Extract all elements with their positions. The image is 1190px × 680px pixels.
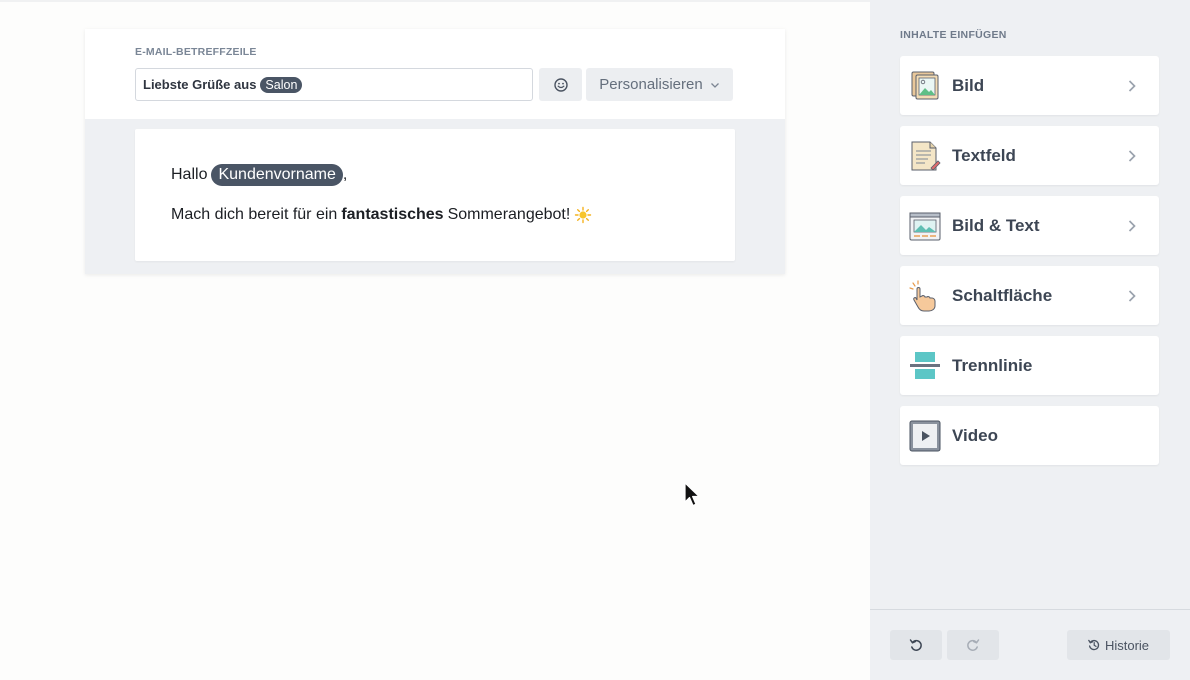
sidebar-heading: INHALTE EINFÜGEN (900, 29, 1007, 41)
history-button[interactable]: Historie (1067, 630, 1170, 660)
personalize-dropdown[interactable]: Personalisieren (586, 68, 733, 101)
personalize-label: Personalisieren (599, 76, 703, 93)
offer-text-bold: fantastisches (341, 206, 444, 223)
insert-content-sidebar: INHALTE EINFÜGEN Bild Textfeld Bild & Te… (870, 0, 1190, 680)
insert-image-label: Bild (952, 75, 985, 95)
chevron-right-icon (1128, 149, 1136, 162)
insert-image-text-tile[interactable]: Bild & Text (900, 196, 1159, 255)
emoji-button[interactable] (539, 68, 582, 101)
offer-text-end: Sommerangebot! (447, 206, 571, 223)
greeting-prefix: Hallo (171, 166, 208, 183)
insert-divider-tile[interactable]: Trennlinie (900, 336, 1159, 395)
textfield-icon (909, 140, 941, 172)
chevron-down-icon (710, 82, 719, 88)
smiley-icon (553, 77, 568, 92)
subject-salon-chip[interactable]: Salon (260, 76, 303, 93)
insert-button-tile[interactable]: Schaltfläche (900, 266, 1159, 325)
email-editor-card: E-MAIL-BETREFFZEILE Liebste Grüße aus Sa… (85, 29, 785, 274)
undo-icon (909, 639, 922, 651)
sun-emoji-icon (575, 206, 592, 224)
customer-firstname-chip[interactable]: Kundenvorname (211, 164, 343, 186)
insert-divider-label: Trennlinie (952, 355, 1033, 375)
image-text-icon (909, 210, 941, 242)
greeting-line: Hallo Kundenvorname , (171, 164, 347, 186)
insert-image-tile[interactable]: Bild (900, 56, 1159, 115)
insert-video-label: Video (952, 425, 998, 445)
video-icon (909, 420, 941, 452)
mouse-cursor-icon (684, 482, 700, 507)
history-icon (1088, 639, 1100, 651)
greeting-suffix: , (342, 166, 348, 183)
chevron-right-icon (1128, 289, 1136, 302)
subject-input[interactable]: Liebste Grüße aus Salon (135, 68, 533, 101)
redo-button[interactable] (947, 630, 999, 660)
subject-text: Liebste Grüße aus (143, 77, 257, 92)
chevron-right-icon (1128, 79, 1136, 92)
undo-button[interactable] (890, 630, 942, 660)
sidebar-divider (870, 609, 1190, 610)
offer-line: Mach dich bereit für ein fantastisches S… (171, 206, 592, 224)
history-label: Historie (1104, 637, 1150, 653)
insert-textfield-tile[interactable]: Textfeld (900, 126, 1159, 185)
subject-section: E-MAIL-BETREFFZEILE Liebste Grüße aus Sa… (85, 29, 785, 119)
insert-video-tile[interactable]: Video (900, 406, 1159, 465)
insert-image-text-label: Bild & Text (952, 215, 1040, 235)
insert-textfield-label: Textfeld (952, 145, 1016, 165)
offer-text-start: Mach dich bereit für ein (171, 206, 338, 223)
top-edge (0, 0, 870, 2)
image-icon (909, 70, 941, 102)
chevron-right-icon (1128, 219, 1136, 232)
insert-button-label: Schaltfläche (952, 285, 1053, 305)
subject-label: E-MAIL-BETREFFZEILE (135, 46, 257, 58)
email-editor-app: E-MAIL-BETREFFZEILE Liebste Grüße aus Sa… (0, 0, 1190, 680)
hand-pointer-icon (909, 279, 941, 312)
redo-icon (967, 639, 980, 651)
divider-icon (909, 350, 941, 382)
email-text-block[interactable]: Hallo Kundenvorname , Mach dich bereit f… (135, 129, 735, 261)
